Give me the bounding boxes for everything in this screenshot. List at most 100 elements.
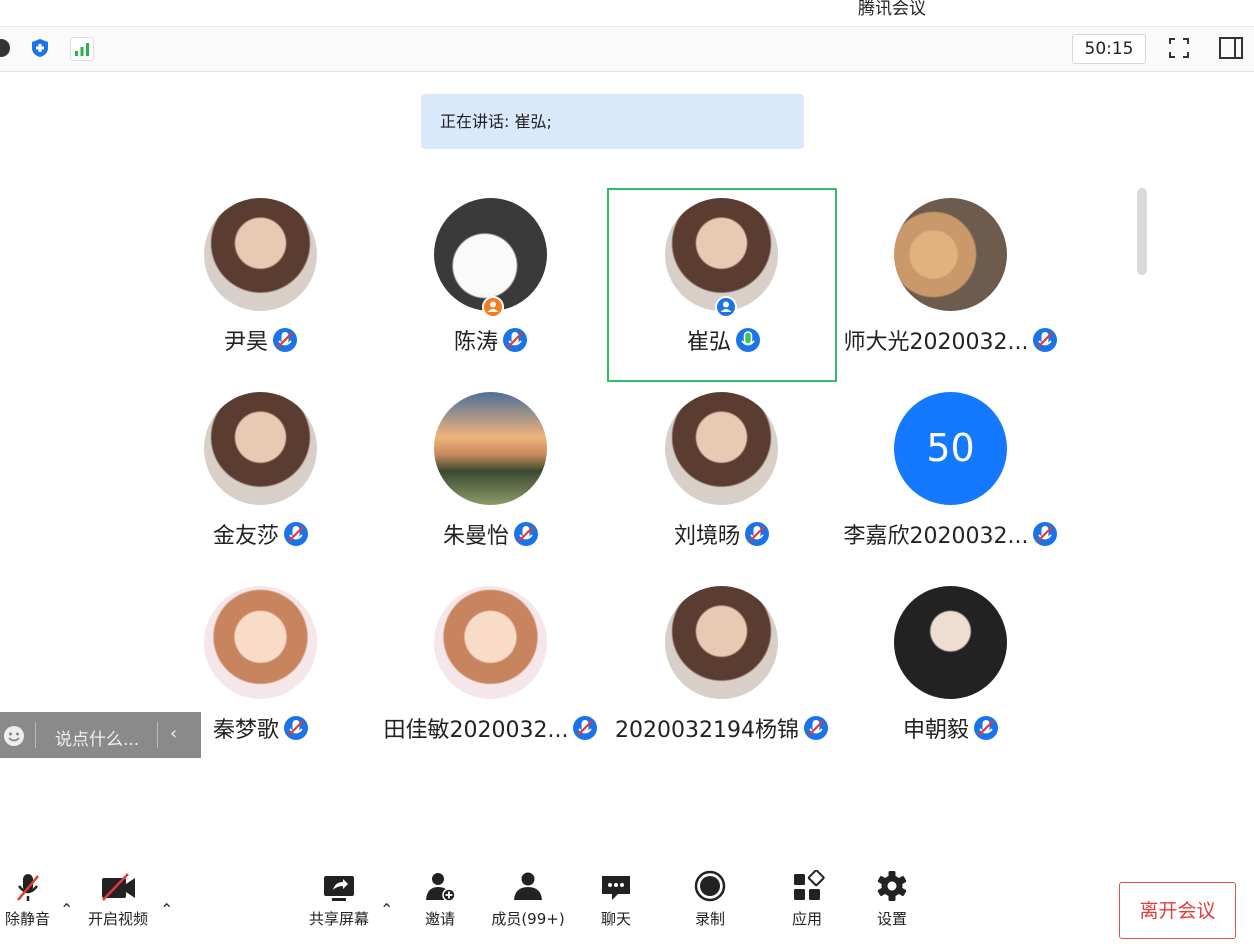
invite-button[interactable]: 邀请 (418, 870, 462, 929)
avatar (204, 392, 317, 505)
participant-name: 金友莎 (212, 524, 279, 549)
share-screen-icon (324, 876, 354, 901)
participant-name-row: 朱曼怡 (356, 518, 626, 550)
start-video-button[interactable]: 开启视频 (82, 870, 154, 929)
mic-muted-icon (284, 522, 308, 546)
mic-speaking-icon (736, 328, 760, 352)
share-screen-button[interactable]: 共享屏幕 (303, 870, 375, 929)
video-off-icon (102, 873, 135, 901)
avatar (204, 586, 317, 699)
unmute-label: 除静音 (4, 910, 50, 928)
bottom-toolbar: 除静音 ⌃ 开启视频 ⌃ 共享屏幕 ⌃ 邀请 成员(99+) 聊天 录制 应用 … (0, 869, 1254, 951)
participant-tile[interactable]: 尹昊 (146, 188, 376, 382)
avatar (665, 392, 778, 505)
participant-name: 申朝毅 (902, 718, 969, 743)
host-icon (482, 296, 504, 318)
avatar (434, 392, 547, 505)
mic-muted-icon (284, 716, 308, 740)
chat-button[interactable]: 聊天 (594, 870, 638, 929)
participant-name-row: 田佳敏2020032... (356, 712, 626, 744)
scrollbar[interactable] (1137, 188, 1147, 275)
participant-tile[interactable]: 陈涛 (376, 188, 606, 382)
participant-tile[interactable]: 崔弘 (607, 188, 837, 382)
speaking-banner: 正在讲话: 崔弘; (421, 94, 804, 149)
participant-name: 师大光2020032... (843, 330, 1029, 355)
apps-label: 应用 (791, 910, 822, 928)
participant-tile[interactable]: 师大光2020032... (836, 188, 1066, 382)
divider (157, 722, 158, 748)
gear-icon (877, 871, 907, 901)
window-title: 腾讯会议 (858, 0, 926, 19)
invite-label: 邀请 (424, 910, 455, 928)
avatar (894, 198, 1007, 311)
mic-muted-icon (503, 328, 527, 352)
mic-muted-icon (273, 328, 297, 352)
share-screen-label: 共享屏幕 (308, 910, 369, 928)
unmute-button[interactable]: 除静音 (0, 870, 55, 929)
participant-name: 田佳敏2020032... (383, 718, 569, 743)
members-icon (514, 872, 542, 900)
participant-tile[interactable]: 50 李嘉欣2020032... (836, 382, 1066, 576)
participant-tile[interactable]: 田佳敏2020032... (376, 576, 606, 770)
network-signal-icon[interactable] (70, 37, 94, 61)
participant-name: 崔弘 (686, 330, 731, 355)
avatar (434, 586, 547, 699)
avatar (204, 198, 317, 311)
chat-label: 聊天 (600, 910, 631, 928)
leave-meeting-button[interactable]: 离开会议 (1119, 882, 1236, 939)
title-bar: 腾讯会议 (0, 0, 1254, 26)
fullscreen-icon[interactable] (1167, 36, 1191, 60)
apps-icon (794, 869, 825, 900)
avatar: 50 (894, 392, 1007, 505)
participant-name-row: 李嘉欣2020032... (816, 518, 1086, 550)
members-label: 成员(99+) (491, 910, 565, 928)
avatar (434, 198, 547, 311)
participant-tile[interactable]: 申朝毅 (836, 576, 1066, 770)
participant-name: 刘境旸 (673, 524, 740, 549)
record-button[interactable]: 录制 (688, 870, 732, 929)
participant-name: 陈涛 (453, 330, 498, 355)
chat-bubble-icon (602, 876, 630, 900)
chevron-up-icon[interactable]: ⌃ (380, 900, 393, 919)
meeting-timer: 50:15 (1072, 34, 1146, 64)
participant-tile[interactable]: 朱曼怡 (376, 382, 606, 576)
participant-tile[interactable]: 2020032194杨锦 (607, 576, 837, 770)
avatar (665, 198, 778, 311)
participant-name: 李嘉欣2020032... (843, 524, 1029, 549)
participant-name-row: 陈涛 (356, 324, 626, 356)
participant-name-row: 申朝毅 (816, 712, 1086, 744)
mic-muted-icon (1033, 522, 1058, 546)
mic-muted-icon (974, 716, 998, 740)
mic-muted-icon (16, 874, 39, 901)
mic-muted-icon (1033, 328, 1058, 352)
avatar (665, 586, 778, 699)
mic-muted-icon (745, 522, 769, 546)
emoji-icon[interactable] (2, 724, 26, 748)
top-status-bar: 50:15 (0, 26, 1254, 72)
settings-button[interactable]: 设置 (870, 870, 914, 929)
invite-user-icon (426, 873, 456, 902)
participant-tile[interactable]: 金友莎 (146, 382, 376, 576)
participant-name: 秦梦歌 (212, 718, 279, 743)
members-button[interactable]: 成员(99+) (488, 870, 568, 929)
participant-name: 2020032194杨锦 (615, 718, 799, 743)
start-video-label: 开启视频 (87, 910, 148, 928)
participant-name: 尹昊 (223, 330, 268, 355)
avatar (894, 586, 1007, 699)
chat-input[interactable]: 说点什么... (55, 725, 139, 750)
participant-name: 朱曼怡 (442, 524, 509, 549)
divider (35, 722, 36, 748)
record-label: 录制 (694, 910, 725, 928)
info-icon[interactable] (0, 37, 12, 59)
settings-label: 设置 (876, 910, 907, 928)
record-icon (694, 870, 726, 902)
apps-button[interactable]: 应用 (785, 869, 829, 929)
chat-quick-bar[interactable]: 说点什么... ‹ (0, 712, 201, 758)
mic-muted-icon (514, 522, 538, 546)
chevron-up-icon[interactable]: ⌃ (160, 900, 173, 919)
participant-tile[interactable]: 刘境旸 (607, 382, 837, 576)
collapse-icon[interactable]: ‹ (170, 723, 177, 744)
chevron-up-icon[interactable]: ⌃ (60, 900, 73, 919)
side-panel-icon[interactable] (1218, 36, 1244, 60)
security-shield-icon[interactable] (29, 37, 51, 59)
